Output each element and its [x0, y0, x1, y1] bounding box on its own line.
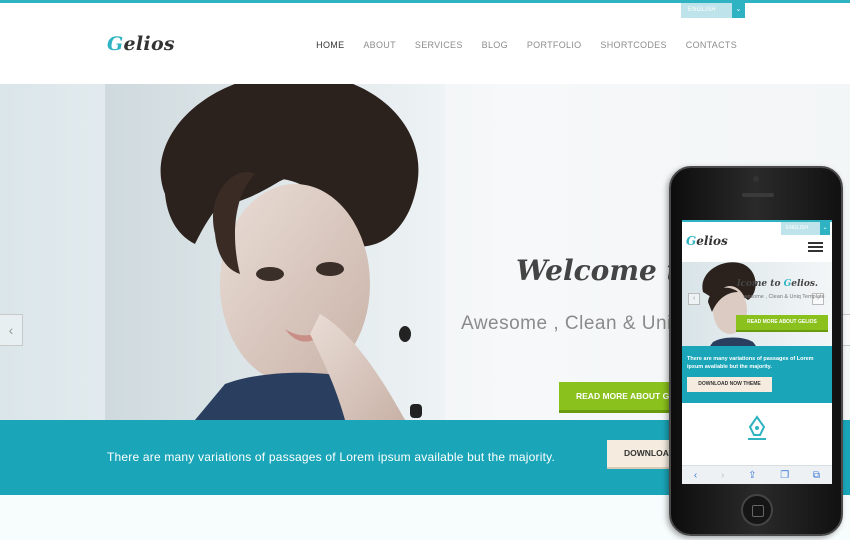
mobile-logo[interactable]: Gelios: [686, 234, 728, 248]
hero-tagline: Awesome , Clean & Uni: [461, 313, 672, 334]
main-nav: HOME ABOUT SERVICES BLOG PORTFOLIO SHORT…: [316, 40, 737, 50]
browser-toolbar: ‹ › ⇪ ❐ ⧉: [682, 465, 832, 484]
mobile-logo-initial: G: [686, 234, 697, 248]
nav-home[interactable]: HOME: [316, 40, 344, 50]
mobile-callout-band: There are many variations of passages of…: [682, 346, 832, 403]
back-icon[interactable]: ‹: [694, 470, 697, 481]
tabs-icon[interactable]: ⧉: [813, 470, 820, 481]
mobile-tagline: wesome , Clean & Uniq Template: [743, 294, 825, 300]
logo[interactable]: Gelios: [107, 33, 175, 55]
chevron-down-icon[interactable]: ⌄: [732, 3, 745, 18]
phone-home-button: [741, 494, 773, 526]
mobile-hero: ‹ › lcome to Gelios. wesome , Clean & Un…: [682, 262, 832, 346]
callout-text: There are many variations of passages of…: [107, 450, 555, 464]
hero-portrait-image: [105, 84, 445, 420]
language-selector[interactable]: ENGLISH ⌄: [681, 3, 745, 18]
slider-prev-arrow[interactable]: ‹: [0, 314, 23, 346]
nav-shortcodes[interactable]: SHORTCODES: [600, 40, 666, 50]
phone-mockup: ENGLISH ⌄ Gelios ‹ › lcome to Gelios. we…: [669, 166, 843, 536]
mobile-prev-arrow[interactable]: ‹: [688, 293, 700, 305]
nav-about[interactable]: ABOUT: [363, 40, 396, 50]
hamburger-menu-icon[interactable]: [808, 242, 823, 254]
mobile-callout-text: There are many variations of passages of…: [687, 356, 814, 370]
logo-initial: G: [107, 33, 124, 55]
nav-services[interactable]: SERVICES: [415, 40, 463, 50]
mobile-welcome-title: lcome to Gelios.: [737, 279, 818, 289]
share-icon[interactable]: ⇪: [748, 470, 756, 481]
mobile-logo-rest: elios: [696, 234, 728, 248]
phone-camera: [753, 176, 759, 182]
nav-portfolio[interactable]: PORTFOLIO: [527, 40, 582, 50]
pen-icon: [748, 415, 766, 440]
mobile-read-more-button[interactable]: READ MORE ABOUT GELIOS: [736, 315, 828, 332]
nav-contacts[interactable]: CONTACTS: [686, 40, 737, 50]
mobile-download-button[interactable]: DOWNLOAD NOW THEME: [687, 377, 772, 392]
language-label: ENGLISH: [688, 7, 716, 13]
mobile-welcome-text: lcome to: [737, 279, 784, 289]
nav-blog[interactable]: BLOG: [482, 40, 508, 50]
mobile-language-selector[interactable]: ENGLISH ⌄: [781, 222, 830, 235]
mobile-language-label: ENGLISH: [786, 225, 808, 231]
page: ENGLISH ⌄ Gelios HOME ABOUT SERVICES BLO…: [0, 0, 850, 540]
phone-speaker: [742, 193, 774, 197]
logo-rest: elios: [123, 33, 175, 55]
bookmarks-icon[interactable]: ❐: [780, 470, 789, 481]
phone-screen: ENGLISH ⌄ Gelios ‹ › lcome to Gelios. we…: [682, 220, 832, 484]
chevron-down-icon[interactable]: ⌄: [820, 222, 830, 235]
mobile-welcome-end: elios.: [791, 279, 819, 289]
forward-icon[interactable]: ›: [721, 470, 724, 481]
